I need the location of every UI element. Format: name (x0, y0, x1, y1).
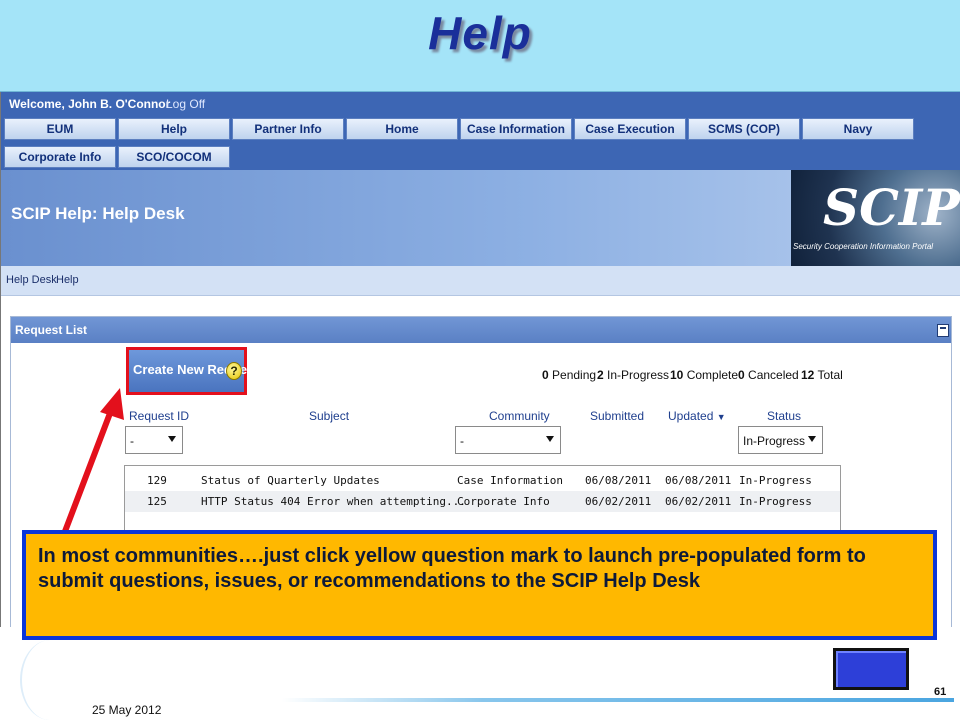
count-canceled: 0 Canceled (738, 368, 799, 382)
scip-logo-subtitle: Security Cooperation Information Portal (793, 242, 934, 251)
cell-request-id: 129 (147, 474, 167, 487)
cell-updated: 06/02/2011 (665, 495, 732, 508)
nav-eum[interactable]: EUM (4, 118, 116, 140)
nav-case-execution[interactable]: Case Execution (574, 118, 686, 140)
page-title: SCIP Help: Help Desk (11, 204, 185, 223)
request-list-header: Request List (11, 317, 951, 343)
nav-corporate-info[interactable]: Corporate Info (4, 146, 116, 168)
request-id-filter-value: - (130, 434, 134, 448)
count-pending: 0 Pending (542, 368, 597, 382)
nav-navy[interactable]: Navy (802, 118, 914, 140)
welcome-text: Welcome, John B. O'Connor (9, 97, 171, 111)
cell-subject: Status of Quarterly Updates (201, 474, 380, 487)
cell-status: In-Progress (739, 495, 812, 508)
chevron-down-icon (808, 436, 816, 442)
status-filter[interactable]: In-Progress (738, 426, 823, 454)
cell-request-id: 125 (147, 495, 167, 508)
callout-text: In most communities….just click yellow q… (38, 545, 866, 592)
breadcrumb-help-desk[interactable]: Help Desk (6, 274, 57, 286)
column-community[interactable]: Community (489, 409, 550, 423)
count-total: 12 Total (801, 368, 843, 382)
request-table: 129 Status of Quarterly Updates Case Inf… (124, 465, 841, 535)
cell-community: Case Information (457, 474, 563, 487)
instruction-callout: In most communities….just click yellow q… (22, 530, 937, 640)
status-filter-value: In-Progress (743, 434, 806, 448)
request-id-filter[interactable]: - (125, 426, 183, 454)
cell-updated: 06/08/2011 (665, 474, 732, 487)
create-new-request-button[interactable]: Create New Request ? (129, 350, 259, 392)
cell-subject: HTTP Status 404 Error when attempting... (201, 495, 466, 508)
main-nav: EUM Help Partner Info Home Case Informat… (1, 116, 960, 170)
column-subject[interactable]: Subject (309, 409, 349, 423)
page-header: SCIP Help: Help Desk SCIP Security Coope… (1, 170, 960, 266)
sort-down-icon: ▼ (716, 412, 726, 422)
cell-status: In-Progress (739, 474, 812, 487)
page-number: 61 (934, 686, 947, 698)
count-complete: 10 Complete (670, 368, 739, 382)
cell-community: Corporate Info (457, 495, 550, 508)
request-list-title: Request List (15, 323, 88, 337)
welcome-bar: Welcome, John B. O'Connor Log Off (1, 92, 960, 116)
table-row[interactable]: 125 HTTP Status 404 Error when attemptin… (125, 491, 840, 512)
column-status[interactable]: Status (767, 409, 801, 423)
nav-scms-cop[interactable]: SCMS (COP) (688, 118, 800, 140)
footer-swoosh (20, 640, 80, 720)
footer-divider (282, 698, 954, 702)
scip-logo: SCIP Security Cooperation Information Po… (791, 170, 960, 266)
breadcrumb-help[interactable]: Help (56, 274, 79, 286)
cell-submitted: 06/02/2011 (585, 495, 652, 508)
question-mark-icon[interactable]: ? (226, 362, 242, 380)
return-button[interactable] (833, 648, 909, 690)
nav-home[interactable]: Home (346, 118, 458, 140)
nav-help[interactable]: Help (118, 118, 230, 140)
column-request-id[interactable]: Request ID (129, 409, 189, 423)
column-updated[interactable]: Updated ▼ (668, 409, 726, 423)
chevron-down-icon (168, 436, 176, 442)
logoff-link[interactable]: Log Off (166, 97, 205, 111)
scip-logo-text: SCIP (823, 178, 960, 237)
nav-sco-cocom[interactable]: SCO/COCOM (118, 146, 230, 168)
chevron-down-icon (546, 436, 554, 442)
column-submitted[interactable]: Submitted (590, 409, 644, 423)
breadcrumb: Help Desk Help (1, 266, 960, 296)
table-row[interactable]: 129 Status of Quarterly Updates Case Inf… (125, 470, 840, 491)
collapse-icon[interactable] (937, 324, 949, 337)
community-filter-value: - (460, 434, 464, 448)
community-filter[interactable]: - (455, 426, 561, 454)
cell-submitted: 06/08/2011 (585, 474, 652, 487)
slide-title: Help (428, 7, 532, 59)
slide-title-band: Help (0, 0, 960, 92)
footer-date: 25 May 2012 (92, 703, 162, 717)
nav-partner-info[interactable]: Partner Info (232, 118, 344, 140)
nav-case-information[interactable]: Case Information (460, 118, 572, 140)
count-in-progress: 2 In-Progress (597, 368, 670, 382)
